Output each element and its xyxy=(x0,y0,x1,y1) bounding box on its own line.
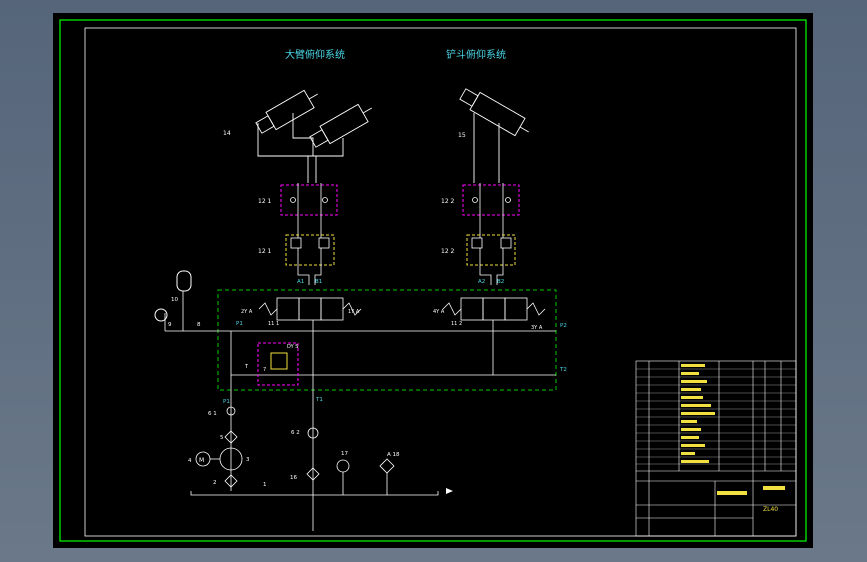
relief-valve xyxy=(270,352,288,370)
bucket-system-title: 铲斗俯仰系统 xyxy=(446,48,506,61)
relief-code: DY S xyxy=(287,344,298,350)
throttle-valve-right xyxy=(466,234,516,266)
lock-label-right: 12 2 xyxy=(441,198,455,205)
motor-label: 4 xyxy=(188,458,192,464)
cad-viewport[interactable]: 大臂俯仰系统 铲斗俯仰系统 14 15 12 1 12 2 12 1 12 2 … xyxy=(0,0,867,562)
port-t1: T1 xyxy=(315,397,323,403)
boom-cylinders xyxy=(255,89,372,183)
accumulator-label: 10 xyxy=(171,297,178,303)
throttle-valve-left xyxy=(285,234,335,266)
item18-label: A 18 xyxy=(387,452,400,458)
cylinder-label-right: 15 xyxy=(458,132,466,139)
valve-8-label: 8 xyxy=(197,322,201,328)
gauge-label: 9 xyxy=(168,322,172,328)
lock-label-left: 12 1 xyxy=(258,198,272,205)
port-a2: A2 xyxy=(478,279,485,285)
relief-label: 7 xyxy=(263,367,266,373)
tank-label: 1 xyxy=(263,482,267,488)
parts-list-text xyxy=(681,364,785,495)
drawing-sheet: 大臂俯仰系统 铲斗俯仰系统 14 15 12 1 12 2 12 1 12 2 … xyxy=(53,13,813,548)
item17-label: 17 xyxy=(341,451,348,457)
accumulator xyxy=(176,270,192,292)
solenoid-2ya: 2Y A xyxy=(241,309,253,315)
title-block-rows xyxy=(636,368,796,465)
drawing-number: ZL40 xyxy=(763,506,778,513)
dir-valve-right-label: 11 2 xyxy=(451,321,462,327)
cylinder-label-left: 14 xyxy=(223,130,231,137)
hydraulic-schematic: 大臂俯仰系统 铲斗俯仰系统 14 15 12 1 12 2 12 1 12 2 … xyxy=(59,19,807,542)
throttle-internals xyxy=(290,237,512,285)
item16-label: 16 xyxy=(290,475,297,481)
directional-valve-left xyxy=(258,297,362,321)
pipelines xyxy=(164,291,556,531)
filter-6-label: 6 1 xyxy=(208,411,217,417)
port-a1: A1 xyxy=(297,279,304,285)
bucket-cylinder xyxy=(459,88,529,183)
directional-valve-right xyxy=(442,297,546,321)
coupling-label: 3 xyxy=(246,457,250,463)
throttle-label-right: 12 2 xyxy=(441,248,455,255)
pump-label: 5 xyxy=(220,435,224,441)
port-p1-top: P1 xyxy=(236,321,243,327)
motor-letter: M xyxy=(199,457,204,464)
pump-group xyxy=(195,406,395,495)
port-b2: B2 xyxy=(497,279,504,285)
suction-label: 2 xyxy=(213,480,217,486)
hydraulic-lock-left xyxy=(280,184,338,216)
port-b1: B1 xyxy=(315,279,322,285)
port-p1-bottom: P1 xyxy=(223,399,230,405)
inner-frame xyxy=(84,27,797,537)
solenoid-1ya: 1Y A xyxy=(348,309,360,315)
lock-internals xyxy=(290,183,511,238)
solenoid-3ya: 3Y A xyxy=(531,325,543,331)
solenoid-4ya: 4Y A xyxy=(433,309,445,315)
port-p2: P2 xyxy=(560,323,567,329)
port-t2: T2 xyxy=(559,367,567,373)
return-arrow xyxy=(446,488,453,494)
throttle-label-left: 12 1 xyxy=(258,248,272,255)
dir-valve-left-label: 11 1 xyxy=(268,321,279,327)
filter-62-label: 6 2 xyxy=(291,430,300,436)
boom-system-title: 大臂俯仰系统 xyxy=(285,48,345,61)
port-t: T xyxy=(244,364,249,370)
